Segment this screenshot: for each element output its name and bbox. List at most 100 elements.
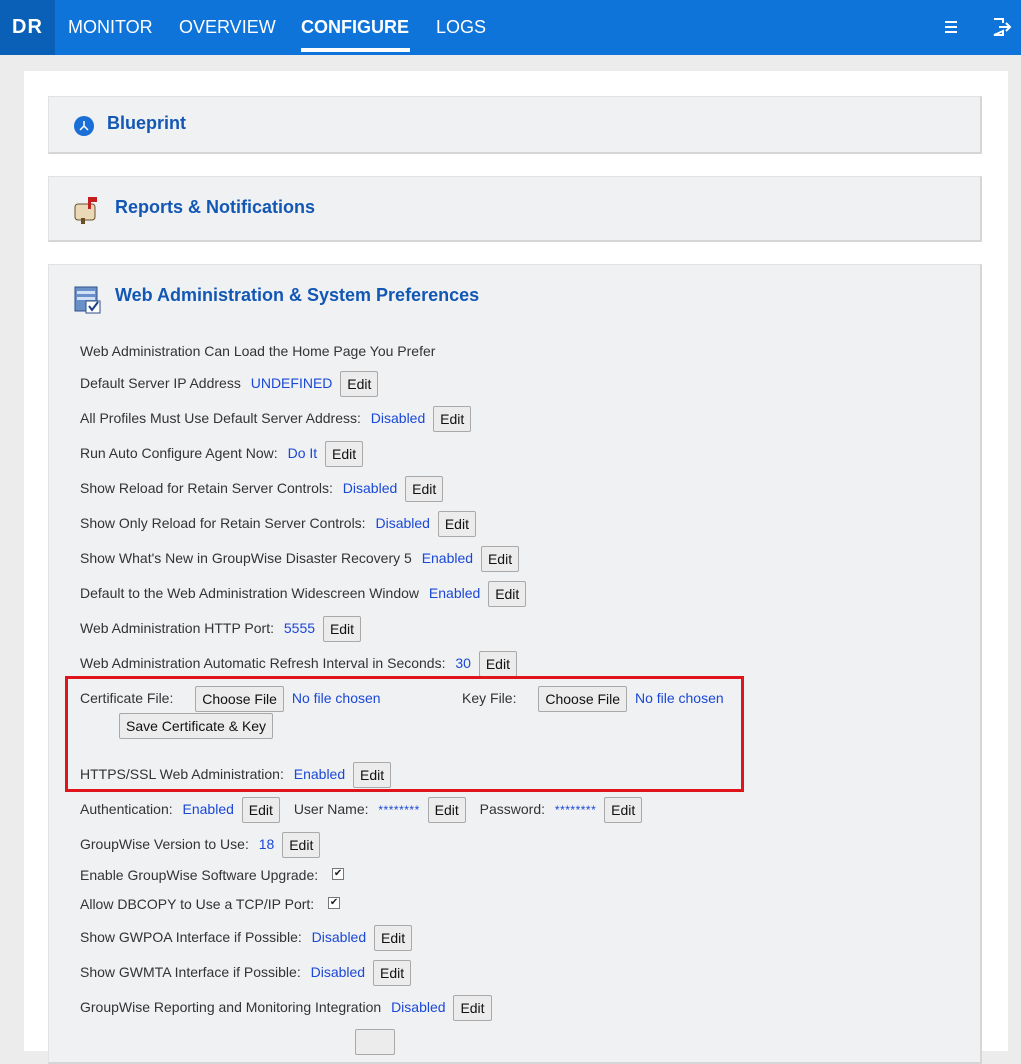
gw-version-value[interactable]: 18 xyxy=(259,836,275,852)
setting-next-partial xyxy=(355,1027,395,1056)
widescreen-label: Default to the Web Administration Widesc… xyxy=(80,585,420,601)
setting-whats-new: Show What's New in GroupWise Disaster Re… xyxy=(80,544,520,573)
setting-show-reload: Show Reload for Retain Server Controls: … xyxy=(80,474,444,503)
widescreen-value[interactable]: Enabled xyxy=(429,585,480,601)
setting-show-only-reload: Show Only Reload for Retain Server Contr… xyxy=(80,509,476,538)
setting-intro: Web Administration Can Load the Home Pag… xyxy=(80,337,435,365)
mailbox-icon xyxy=(72,194,104,227)
auto-config-edit-button[interactable]: Edit xyxy=(325,441,364,468)
setting-widescreen: Default to the Web Administration Widesc… xyxy=(80,579,527,608)
refresh-interval-value[interactable]: 30 xyxy=(455,655,471,671)
refresh-interval-edit-button[interactable]: Edit xyxy=(478,651,517,678)
active-tab-indicator xyxy=(301,48,410,52)
profiles-default-edit-button[interactable]: Edit xyxy=(433,406,472,433)
gw-version-label: GroupWise Version to Use: xyxy=(80,836,249,852)
app-logo[interactable]: DR xyxy=(0,0,55,55)
auto-config-label: Run Auto Configure Agent Now: xyxy=(80,445,278,461)
authentication-edit-button[interactable]: Edit xyxy=(241,797,280,824)
key-file-label: Key File: xyxy=(462,690,517,706)
widescreen-edit-button[interactable]: Edit xyxy=(488,581,527,608)
whats-new-edit-button[interactable]: Edit xyxy=(480,546,520,573)
setting-intro-label: Web Administration Can Load the Home Pag… xyxy=(80,343,436,359)
gw-upgrade-checkbox[interactable]: ✔ xyxy=(332,868,345,881)
profiles-default-value[interactable]: Disabled xyxy=(371,410,425,426)
show-only-reload-label: Show Only Reload for Retain Server Contr… xyxy=(80,515,366,531)
gw-version-edit-button[interactable]: Edit xyxy=(282,832,321,859)
tab-overview[interactable]: OVERVIEW xyxy=(179,0,276,55)
show-only-reload-value[interactable]: Disabled xyxy=(375,515,429,531)
save-certificate-button[interactable]: Save Certificate & Key xyxy=(119,713,274,740)
setting-http-port: Web Administration HTTP Port: 5555 Edit xyxy=(80,614,362,643)
password-edit-button[interactable]: Edit xyxy=(604,797,643,824)
tab-monitor[interactable]: MONITOR xyxy=(68,0,153,55)
gwpoa-label: Show GWPOA Interface if Possible: xyxy=(80,929,302,945)
authentication-label: Authentication: xyxy=(80,801,173,817)
setting-profiles-default: All Profiles Must Use Default Server Add… xyxy=(80,404,472,433)
setting-https: HTTPS/SSL Web Administration: Enabled Ed… xyxy=(80,760,392,789)
tab-logs[interactable]: LOGS xyxy=(436,0,486,55)
key-choose-file-button[interactable]: Choose File xyxy=(538,686,628,713)
setting-refresh-interval: Web Administration Automatic Refresh Int… xyxy=(80,649,517,678)
whats-new-value[interactable]: Enabled xyxy=(422,550,473,566)
gw-upgrade-label: Enable GroupWise Software Upgrade: xyxy=(80,867,319,883)
password-label: Password: xyxy=(479,801,546,817)
refresh-interval-label: Web Administration Automatic Refresh Int… xyxy=(80,655,446,671)
https-label: HTTPS/SSL Web Administration: xyxy=(80,766,284,782)
username-label: User Name: xyxy=(293,801,369,817)
http-port-value[interactable]: 5555 xyxy=(284,620,315,636)
password-value[interactable]: ******** xyxy=(555,803,596,817)
setting-certificate-file: Certificate File: Choose File No file ch… xyxy=(80,684,381,713)
gwpoa-edit-button[interactable]: Edit xyxy=(374,925,413,952)
certificate-file-label: Certificate File: xyxy=(80,690,174,706)
setting-gw-version: GroupWise Version to Use: 18 Edit xyxy=(80,830,321,859)
https-value[interactable]: Enabled xyxy=(294,766,345,782)
https-edit-button[interactable]: Edit xyxy=(353,762,392,789)
whats-new-label: Show What's New in GroupWise Disaster Re… xyxy=(80,550,412,566)
default-ip-edit-button[interactable]: Edit xyxy=(340,371,379,398)
setting-gwmta: Show GWMTA Interface if Possible: Disabl… xyxy=(80,958,412,987)
show-only-reload-edit-button[interactable]: Edit xyxy=(437,511,476,538)
profiles-default-label: All Profiles Must Use Default Server Add… xyxy=(80,410,361,426)
http-port-edit-button[interactable]: Edit xyxy=(322,616,362,643)
blueprint-title[interactable]: Blueprint xyxy=(107,113,186,134)
reports-title[interactable]: Reports & Notifications xyxy=(115,197,315,218)
gwmta-value[interactable]: Disabled xyxy=(311,964,365,980)
setting-default-ip: Default Server IP Address UNDEFINED Edit xyxy=(80,369,379,398)
setting-reporting: GroupWise Reporting and Monitoring Integ… xyxy=(80,993,492,1022)
default-ip-value[interactable]: UNDEFINED xyxy=(251,375,333,391)
username-value[interactable]: ******** xyxy=(378,803,419,817)
auto-config-value[interactable]: Do It xyxy=(288,445,318,461)
menu-icon[interactable] xyxy=(941,16,963,38)
partial-edit-button[interactable] xyxy=(355,1029,395,1056)
reporting-label: GroupWise Reporting and Monitoring Integ… xyxy=(80,999,382,1015)
setting-authentication: Authentication: Enabled Edit User Name: … xyxy=(80,795,643,824)
reports-card[interactable]: Reports & Notifications xyxy=(48,176,982,242)
dbcopy-label: Allow DBCOPY to Use a TCP/IP Port: xyxy=(80,896,315,912)
gwmta-edit-button[interactable]: Edit xyxy=(372,960,412,987)
tab-configure[interactable]: CONFIGURE xyxy=(301,0,409,55)
gwpoa-value[interactable]: Disabled xyxy=(312,929,366,945)
http-port-label: Web Administration HTTP Port: xyxy=(80,620,274,636)
gwmta-label: Show GWMTA Interface if Possible: xyxy=(80,964,301,980)
reporting-edit-button[interactable]: Edit xyxy=(453,995,492,1022)
top-navigation-bar: DR MONITOR OVERVIEW CONFIGURE LOGS xyxy=(0,0,1021,55)
setting-auto-config: Run Auto Configure Agent Now: Do It Edit xyxy=(80,439,364,468)
authentication-value[interactable]: Enabled xyxy=(183,801,234,817)
setting-gwpoa: Show GWPOA Interface if Possible: Disabl… xyxy=(80,923,413,952)
certificate-choose-file-button[interactable]: Choose File xyxy=(195,686,284,713)
web-admin-title[interactable]: Web Administration & System Preferences xyxy=(115,285,479,306)
setting-dbcopy: Allow DBCOPY to Use a TCP/IP Port: ✔ xyxy=(80,890,341,918)
show-reload-edit-button[interactable]: Edit xyxy=(405,476,444,503)
key-no-file-text: No file chosen xyxy=(634,690,724,706)
blueprint-icon xyxy=(73,115,95,140)
default-ip-label: Default Server IP Address xyxy=(80,375,241,391)
dbcopy-checkbox[interactable]: ✔ xyxy=(328,897,341,910)
setting-gw-upgrade: Enable GroupWise Software Upgrade: ✔ xyxy=(80,861,345,889)
show-reload-value[interactable]: Disabled xyxy=(343,480,397,496)
logout-icon[interactable] xyxy=(990,16,1012,38)
show-reload-label: Show Reload for Retain Server Controls: xyxy=(80,480,333,496)
username-edit-button[interactable]: Edit xyxy=(427,797,466,824)
configure-panel: Blueprint Reports & Notifications Web Ad… xyxy=(24,71,1008,1064)
blueprint-card[interactable]: Blueprint xyxy=(48,96,982,154)
reporting-value[interactable]: Disabled xyxy=(391,999,445,1015)
